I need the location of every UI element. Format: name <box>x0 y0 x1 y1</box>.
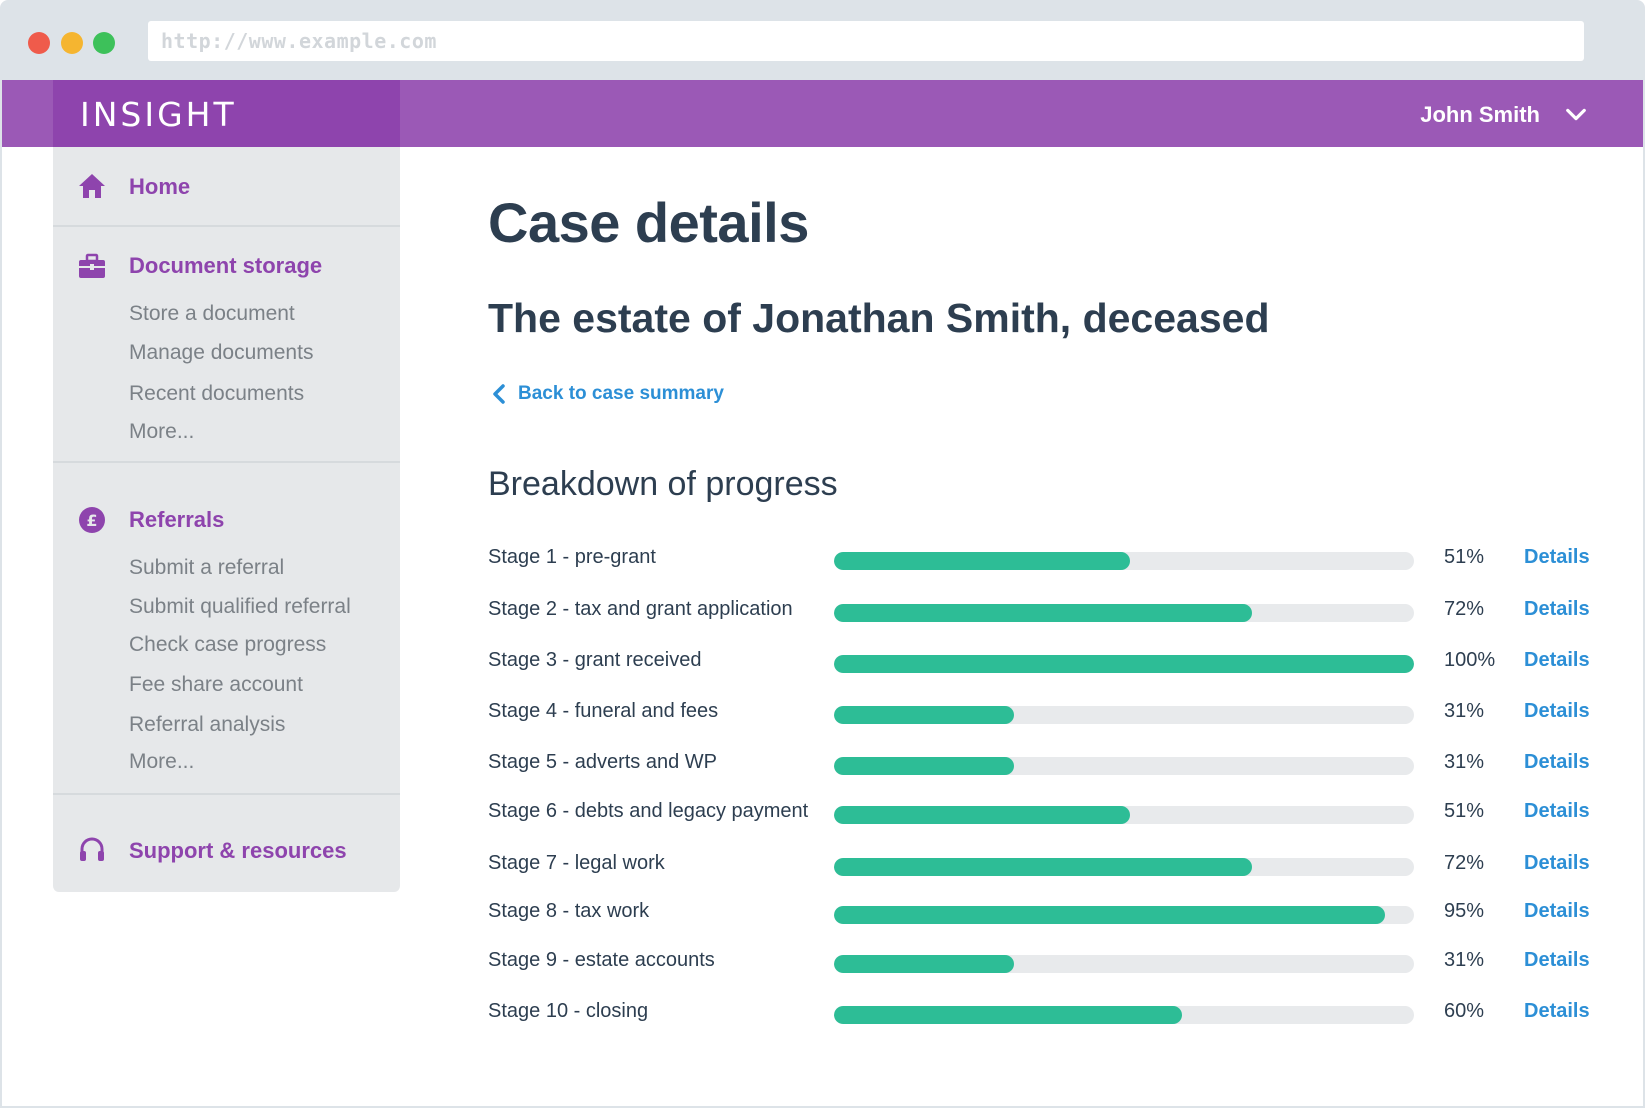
stage-row: Stage 1 - pre-grant 51% Details <box>488 546 1598 576</box>
progress-bar-track <box>834 858 1414 876</box>
back-to-summary-link[interactable]: Back to case summary <box>490 383 724 405</box>
sidebar-item-document-storage[interactable]: Document storage <box>129 253 322 279</box>
stage-label: Stage 1 - pre-grant <box>488 546 656 568</box>
stage-label: Stage 6 - debts and legacy payment <box>488 800 809 822</box>
stage-percent: 72% <box>1444 852 1485 874</box>
progress-bar-track <box>834 604 1414 622</box>
sidebar-link-recent-documents[interactable]: Recent documents <box>129 382 304 406</box>
stage-details-link[interactable]: Details <box>1524 900 1590 923</box>
progress-bar-fill <box>834 858 1252 876</box>
stage-label: Stage 9 - estate accounts <box>488 949 715 971</box>
stage-percent: 31% <box>1444 751 1485 773</box>
address-bar[interactable]: http://www.example.com <box>148 21 1584 61</box>
stage-row: Stage 3 - grant received 100% Details <box>488 649 1598 679</box>
stage-details-link[interactable]: Details <box>1524 1000 1590 1023</box>
close-window-button[interactable] <box>28 32 50 54</box>
chevron-down-icon[interactable] <box>1565 104 1587 126</box>
progress-bar-fill <box>834 604 1252 622</box>
stage-details-link[interactable]: Details <box>1524 598 1590 621</box>
stage-percent: 60% <box>1444 1000 1485 1022</box>
user-menu-name[interactable]: John Smith <box>1420 102 1540 128</box>
home-icon <box>79 174 105 198</box>
stage-details-link[interactable]: Details <box>1524 852 1590 875</box>
stage-label: Stage 8 - tax work <box>488 900 650 922</box>
stage-row: Stage 4 - funeral and fees 31% Details <box>488 700 1598 730</box>
stage-row: Stage 6 - debts and legacy payment 51% Det… <box>488 800 1598 830</box>
sidebar-link-fee-share-account[interactable]: Fee share account <box>129 673 303 697</box>
pound-icon: £ <box>79 507 105 533</box>
progress-bar-track <box>834 706 1414 724</box>
section-title: Breakdown of progress <box>488 465 838 503</box>
sidebar-link-submit-referral[interactable]: Submit a referral <box>129 556 284 580</box>
sidebar-link-store-document[interactable]: Store a document <box>129 302 295 326</box>
progress-bar-track <box>834 806 1414 824</box>
stage-label: Stage 10 - closing <box>488 1000 649 1022</box>
progress-bar-track <box>834 1006 1414 1024</box>
stage-percent: 72% <box>1444 598 1485 620</box>
svg-text:£: £ <box>86 511 97 530</box>
sidebar-item-support[interactable]: Support & resources <box>129 838 347 864</box>
stage-details-link[interactable]: Details <box>1524 800 1590 823</box>
briefcase-icon <box>79 253 105 278</box>
stage-percent: 31% <box>1444 700 1485 722</box>
progress-bar-fill <box>834 757 1014 775</box>
stage-label: Stage 3 - grant received <box>488 649 702 671</box>
stage-details-link[interactable]: Details <box>1524 751 1590 774</box>
stage-details-link[interactable]: Details <box>1524 546 1590 569</box>
progress-bar-fill <box>834 1006 1182 1024</box>
stage-row: Stage 9 - estate accounts 31% Details <box>488 949 1598 979</box>
stage-percent: 51% <box>1444 800 1485 822</box>
sidebar-link-referrals-more[interactable]: More... <box>129 750 194 774</box>
stage-row: Stage 7 - legal work 72% Details <box>488 852 1598 882</box>
headset-icon <box>80 837 104 861</box>
progress-bar-track <box>834 906 1414 924</box>
minimize-window-button[interactable] <box>61 32 83 54</box>
sidebar-item-home[interactable]: Home <box>129 174 190 200</box>
chevron-left-icon <box>493 384 505 404</box>
progress-bar-fill <box>834 955 1014 973</box>
stage-label: Stage 2 - tax and grant application <box>488 598 793 620</box>
stage-label: Stage 4 - funeral and fees <box>488 700 719 722</box>
sidebar-link-submit-qualified-referral[interactable]: Submit qualified referral <box>129 595 351 619</box>
page-title: Case details <box>488 191 809 254</box>
stage-details-link[interactable]: Details <box>1524 700 1590 723</box>
progress-bar-fill <box>834 806 1130 824</box>
progress-bar-track <box>834 655 1414 673</box>
stage-percent: 51% <box>1444 546 1485 568</box>
maximize-window-button[interactable] <box>93 32 115 54</box>
stage-label: Stage 5 - adverts and WP <box>488 751 718 773</box>
case-name: The estate of Jonathan Smith, deceased <box>488 295 1270 341</box>
progress-bar-track <box>834 552 1414 570</box>
progress-bar-fill <box>834 706 1014 724</box>
browser-chrome: http://www.example.com <box>0 0 1645 80</box>
stage-details-link[interactable]: Details <box>1524 649 1590 672</box>
stage-row: Stage 8 - tax work 95% Details <box>488 900 1598 930</box>
sidebar-item-referrals[interactable]: Referrals <box>129 507 224 533</box>
sidebar-link-documents-more[interactable]: More... <box>129 420 194 444</box>
progress-bar-fill <box>834 552 1130 570</box>
stage-details-link[interactable]: Details <box>1524 949 1590 972</box>
progress-bar-track <box>834 757 1414 775</box>
sidebar-link-referral-analysis[interactable]: Referral analysis <box>129 713 285 737</box>
stage-percent: 100% <box>1444 649 1496 671</box>
progress-bar-fill <box>834 906 1385 924</box>
sidebar-link-check-case-progress[interactable]: Check case progress <box>129 633 326 657</box>
stage-percent: 95% <box>1444 900 1485 922</box>
stage-row: Stage 2 - tax and grant application 72% De… <box>488 598 1598 628</box>
sidebar-link-manage-documents[interactable]: Manage documents <box>129 341 313 365</box>
brand-logo[interactable]: INSIGHT <box>80 95 237 134</box>
progress-bar-track <box>834 955 1414 973</box>
stage-percent: 31% <box>1444 949 1485 971</box>
progress-bar-fill <box>834 655 1414 673</box>
stage-label: Stage 7 - legal work <box>488 852 665 874</box>
back-link-label: Back to case summary <box>518 383 724 404</box>
stage-row: Stage 10 - closing 60% Details <box>488 1000 1598 1030</box>
stage-row: Stage 5 - adverts and WP 31% Details <box>488 751 1598 781</box>
